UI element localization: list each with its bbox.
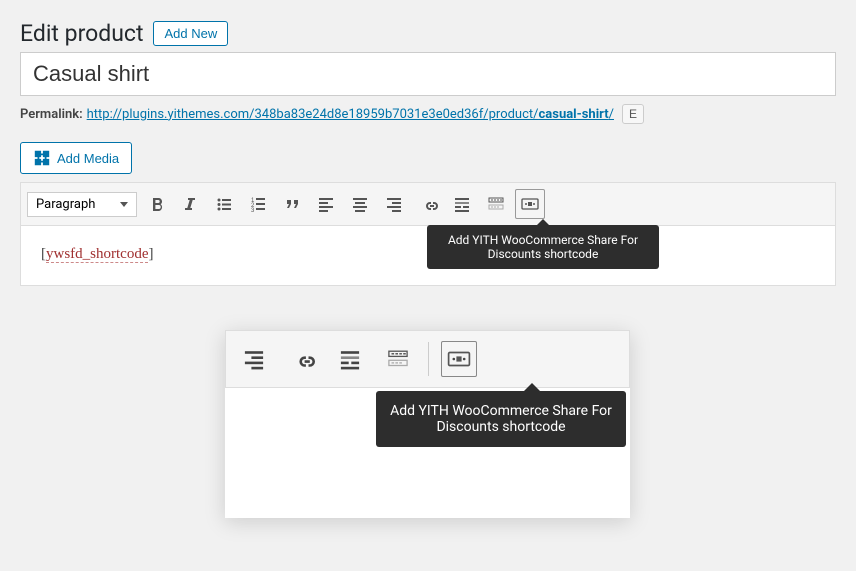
yith-shortcode-button[interactable]: [441, 341, 477, 377]
numbered-list-icon: [248, 194, 268, 214]
media-icon: [33, 149, 51, 167]
toolbar-toggle-icon: [486, 194, 506, 214]
bullet-list-icon: [214, 194, 234, 214]
blockquote-icon: [282, 194, 302, 214]
bullet-list-button[interactable]: [209, 189, 239, 219]
italic-button[interactable]: [175, 189, 205, 219]
toolbar-toggle-button[interactable]: [481, 189, 511, 219]
shortcode-text: [ywsfd_shortcode]: [41, 246, 153, 263]
bold-button[interactable]: [141, 189, 171, 219]
product-title-input[interactable]: [20, 52, 836, 96]
toolbar-separator: [428, 342, 429, 376]
readmore-icon: [452, 194, 472, 214]
add-media-button[interactable]: Add Media: [20, 142, 132, 174]
add-new-button[interactable]: Add New: [153, 21, 228, 46]
insert-link-button[interactable]: [413, 189, 443, 219]
align-right-icon: [241, 346, 267, 372]
zoom-toolbar: Add YITH WooCommerce Share For Discounts…: [225, 330, 630, 388]
permalink-link[interactable]: http://plugins.yithemes.com/348ba83e24d8…: [87, 107, 614, 122]
editor-toolbar: Paragraph Add YITH WooCommerce Share For…: [20, 182, 836, 226]
bold-icon: [146, 194, 166, 214]
italic-icon: [180, 194, 200, 214]
yith-shortcode-tooltip: Add YITH WooCommerce Share For Discounts…: [427, 225, 659, 269]
permalink-label: Permalink:: [20, 107, 83, 122]
yith-shortcode-button[interactable]: [515, 189, 545, 219]
yith-shortcode-tooltip: Add YITH WooCommerce Share For Discounts…: [376, 391, 626, 447]
toolbar-toggle-icon: [385, 346, 411, 372]
blockquote-button[interactable]: [277, 189, 307, 219]
align-right-button[interactable]: [236, 341, 272, 377]
toolbar-toggle-button[interactable]: [380, 341, 416, 377]
align-center-icon: [350, 194, 370, 214]
align-left-button[interactable]: [311, 189, 341, 219]
link-icon: [418, 194, 438, 214]
readmore-icon: [337, 346, 363, 372]
format-select[interactable]: Paragraph: [27, 192, 137, 217]
zoom-panel: Add YITH WooCommerce Share For Discounts…: [225, 330, 630, 518]
permalink-edit-button[interactable]: E: [622, 104, 644, 124]
chevron-down-icon: [120, 202, 128, 207]
insert-link-button[interactable]: [284, 341, 320, 377]
readmore-button[interactable]: [332, 341, 368, 377]
align-center-button[interactable]: [345, 189, 375, 219]
page-title: Edit product: [20, 20, 143, 47]
yith-shortcode-icon: [520, 194, 540, 214]
yith-shortcode-icon: [446, 346, 472, 372]
align-right-button[interactable]: [379, 189, 409, 219]
numbered-list-button[interactable]: [243, 189, 273, 219]
link-icon: [289, 346, 315, 372]
align-right-icon: [384, 194, 404, 214]
align-left-icon: [316, 194, 336, 214]
readmore-button[interactable]: [447, 189, 477, 219]
